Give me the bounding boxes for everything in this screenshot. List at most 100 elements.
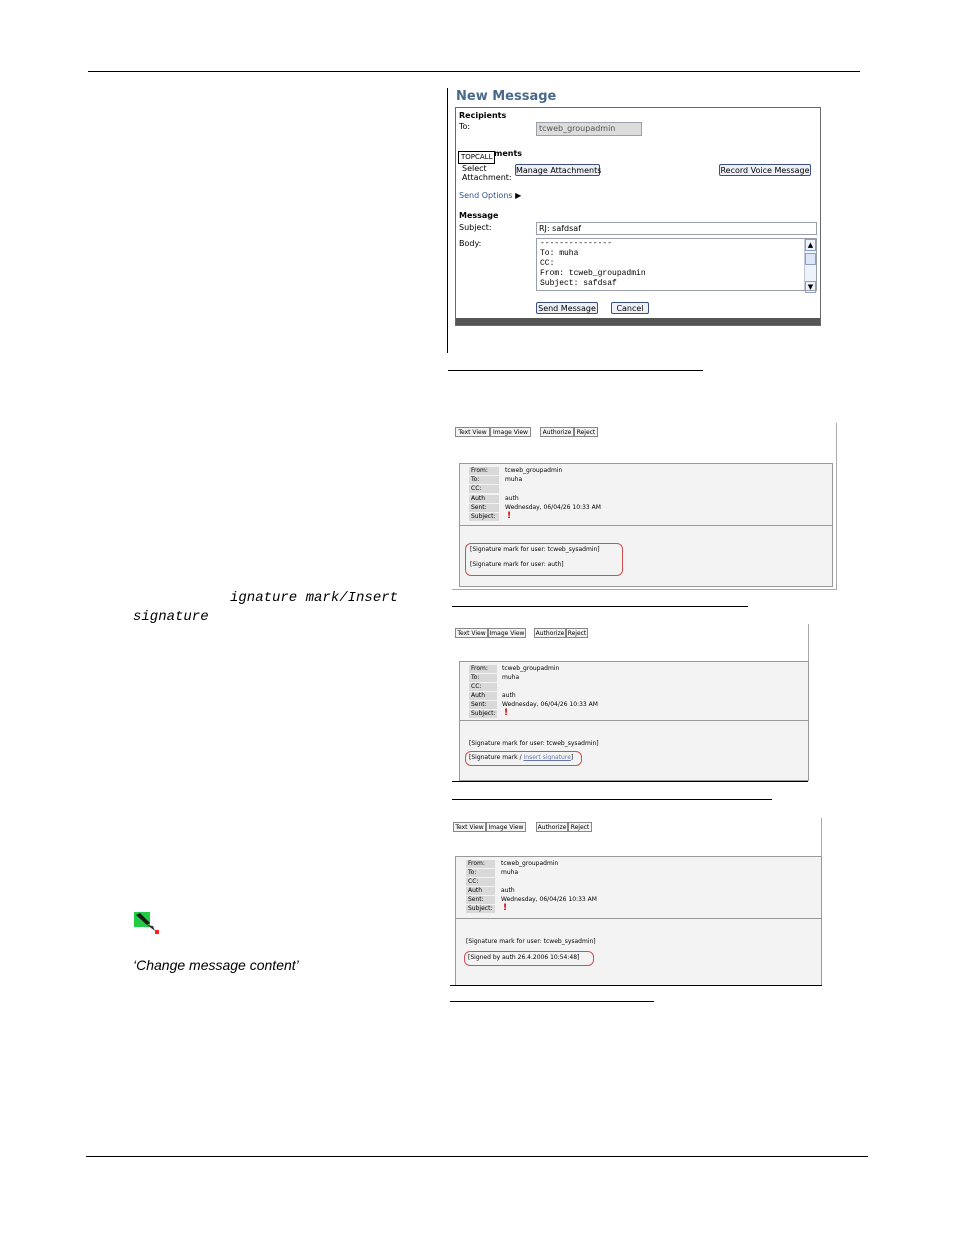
sent-value: Wednesday, 06/04/26 10:33 AM (505, 504, 601, 511)
body-textarea[interactable]: --------------- To: muha CC: From: tcweb… (536, 238, 817, 291)
tooltip-box: TOPCALL (458, 151, 496, 164)
signature-mark-suffix: ] (570, 754, 574, 761)
cc-label: CC: (469, 485, 499, 493)
select-label: Select (462, 164, 487, 173)
manage-attachments-button[interactable]: Manage Attachments (515, 164, 601, 176)
message-box: From: tcweb_groupadmin To: muha CC: Auth… (459, 661, 809, 781)
cancel-button[interactable]: Cancel (611, 302, 649, 314)
signature-mark-prefix: [Signature mark / (469, 754, 524, 761)
text-view-button[interactable]: Text View (455, 427, 490, 437)
header-separator (460, 525, 832, 526)
auth-label: Auth (466, 887, 495, 895)
reject-button[interactable]: Reject (574, 427, 598, 437)
to-field[interactable]: tcweb_groupadmin (536, 122, 642, 136)
auth-label: Auth (469, 495, 499, 503)
sent-value: Wednesday, 06/04/26 10:33 AM (502, 701, 598, 708)
authorize-button[interactable]: Authorize (540, 427, 574, 437)
from-value: tcweb_groupadmin (505, 467, 563, 474)
priority-icon: ! (507, 511, 512, 521)
body-scrollbar[interactable]: ▲ ▼ (804, 239, 816, 293)
text-view-button[interactable]: Text View (453, 822, 486, 832)
new-message-panel: Recipients To: tcweb_groupadmin ments TO… (455, 107, 821, 326)
body-line: From: tcweb_groupadmin (540, 269, 646, 278)
header-separator (460, 720, 808, 721)
auth-value: auth (505, 495, 519, 502)
scroll-down-icon[interactable]: ▼ (805, 281, 816, 293)
authorize-button[interactable]: Authorize (536, 822, 568, 832)
send-message-button[interactable]: Send Message (536, 302, 598, 314)
message-box: From: tcweb_groupadmin To: muha CC: Auth… (459, 463, 833, 587)
priority-icon: ! (503, 903, 508, 913)
to-label: To: (459, 122, 471, 131)
sent-label: Sent: (466, 896, 495, 904)
code-text-line1: ignature mark/Insert (230, 590, 399, 606)
message-view-1: Text View Image View Authorize Reject Fr… (452, 423, 837, 590)
auth-value: auth (502, 692, 516, 699)
signature-line-1: [Signature mark for user: tcweb_sysadmin… (466, 938, 596, 945)
new-message-title: New Message (456, 89, 557, 104)
from-value: tcweb_groupadmin (502, 665, 560, 672)
from-label: From: (469, 467, 499, 475)
auth-label: Auth (469, 692, 497, 700)
to-label: To: (466, 869, 495, 877)
signature-line-2: [Signature mark for user: auth] (470, 561, 564, 568)
header-separator (456, 918, 821, 919)
figure4-caption-rule (450, 1001, 654, 1002)
signature-line-2: [Signed by auth 26.4.2006 10:54:48] (468, 954, 580, 961)
sent-value: Wednesday, 06/04/26 10:33 AM (501, 896, 597, 903)
image-view-button[interactable]: Image View (490, 427, 531, 437)
subject-label: Subject: (469, 513, 499, 521)
scroll-thumb[interactable] (805, 253, 816, 265)
reject-button[interactable]: Reject (566, 628, 588, 638)
body-line: --------------- (540, 239, 613, 248)
figure4-bottom-rule (450, 985, 822, 986)
priority-icon: ! (504, 708, 509, 718)
to-value: muha (502, 674, 520, 681)
message-heading: Message (459, 211, 499, 220)
reject-button[interactable]: Reject (568, 822, 592, 832)
scroll-up-icon[interactable]: ▲ (805, 239, 816, 251)
change-message-content-text: ‘Change message content’ (133, 957, 299, 973)
signature-line-1: [Signature mark for user: tcweb_sysadmin… (469, 740, 599, 747)
body-label: Body: (459, 239, 482, 248)
panel-footer-bar (456, 318, 820, 325)
to-value: muha (501, 869, 519, 876)
authorize-button[interactable]: Authorize (534, 628, 566, 638)
signature-line-1: [Signature mark for user: tcweb_sysadmin… (470, 546, 600, 553)
message-box: From: tcweb_groupadmin To: muha CC: Auth… (455, 856, 822, 986)
message-view-2: Text View Image View Authorize Reject Fr… (452, 624, 809, 781)
from-value: tcweb_groupadmin (501, 860, 559, 867)
to-label: To: (469, 476, 499, 484)
figure-divider (447, 88, 448, 353)
sent-label: Sent: (469, 701, 497, 709)
body-line: To: muha (540, 249, 579, 258)
body-line: CC: (540, 259, 555, 268)
send-options-link[interactable]: Send Options ▶ (459, 191, 521, 200)
from-label: From: (466, 860, 495, 868)
record-voice-message-button[interactable]: Record Voice Message (719, 164, 811, 176)
cc-label: CC: (466, 878, 495, 886)
code-text-line2: signature (133, 609, 209, 625)
footer-rule (86, 1156, 868, 1157)
figure2-caption-rule (452, 606, 748, 607)
image-view-button[interactable]: Image View (486, 822, 526, 832)
signature-line-2: [Signature mark / Insert signature] (469, 754, 573, 762)
auth-value: auth (501, 887, 515, 894)
insert-signature-link[interactable]: Insert signature (524, 754, 571, 761)
text-view-button[interactable]: Text View (455, 628, 488, 638)
attachments-heading: ments (494, 149, 523, 158)
send-options-label: Send Options (459, 191, 513, 200)
figure3-caption-rule (452, 799, 772, 800)
image-view-button[interactable]: Image View (488, 628, 526, 638)
subject-label: Subject: (469, 710, 497, 718)
figure3-bottom-rule (452, 781, 808, 782)
cc-label: CC: (469, 683, 497, 691)
figure1-caption-rule (448, 370, 703, 371)
pen-icon (133, 911, 161, 935)
recipients-heading: Recipients (459, 111, 507, 120)
subject-label: Subject: (466, 905, 495, 913)
subject-input[interactable]: RJ: safdsaf (536, 222, 817, 235)
subject-label: Subject: (459, 223, 492, 232)
expand-arrow-icon: ▶ (515, 191, 522, 200)
header-rule (88, 71, 860, 72)
